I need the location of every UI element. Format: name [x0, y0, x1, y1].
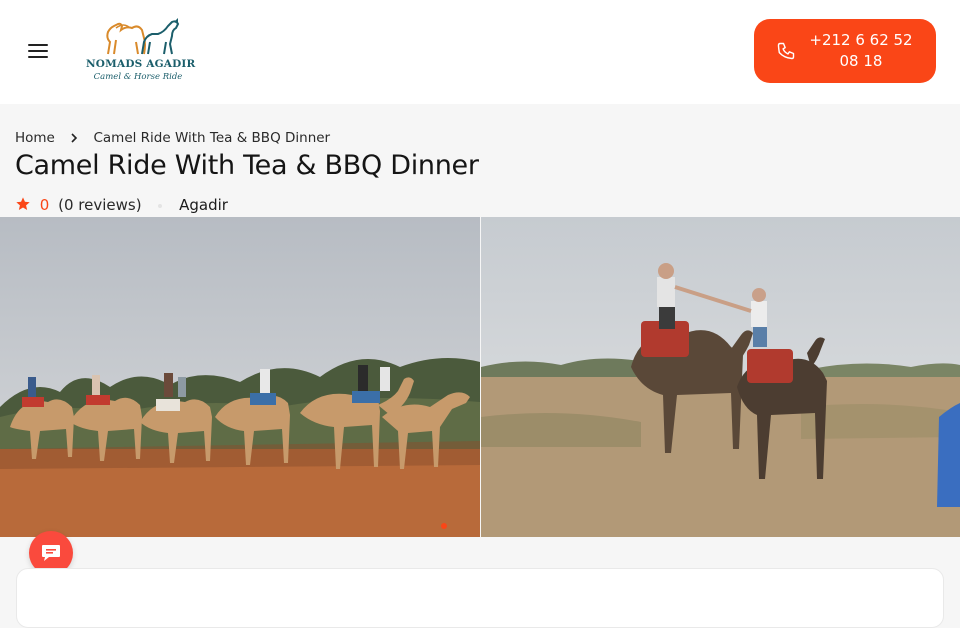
- camel-horse-logo-icon: [106, 18, 180, 55]
- logo-subtitle: Camel & Horse Ride: [93, 72, 183, 82]
- chat-bubble-icon: [42, 545, 60, 561]
- page-title: Camel Ride With Tea & BBQ Dinner: [15, 150, 479, 181]
- phone-call-button[interactable]: +212 6 62 52 08 18: [754, 19, 936, 83]
- gallery-dot-1[interactable]: [441, 523, 447, 529]
- tour-details-card: [16, 568, 944, 628]
- hamburger-menu-icon[interactable]: [26, 40, 50, 62]
- breadcrumb-current: Camel Ride With Tea & BBQ Dinner: [93, 130, 331, 146]
- reviews-count[interactable]: (0 reviews): [58, 196, 141, 214]
- phone-icon: [777, 42, 795, 60]
- star-icon: [16, 197, 30, 210]
- couple-on-camels-photo[interactable]: [481, 217, 960, 537]
- gallery-pagination: [441, 514, 452, 529]
- phone-number: +212 6 62 52 08 18: [809, 31, 913, 70]
- logo-title: NOMADS AGADIR: [86, 58, 196, 70]
- breadcrumb: Home Camel Ride With Tea & BBQ Dinner: [15, 130, 330, 148]
- chevron-right-icon: [71, 133, 78, 143]
- image-gallery: [0, 217, 960, 537]
- rating-value: 0: [39, 196, 50, 214]
- camel-caravan-photo[interactable]: [0, 217, 480, 537]
- site-header: NOMADS AGADIR Camel & Horse Ride +212 6 …: [0, 0, 960, 104]
- meta-separator: [158, 203, 163, 208]
- breadcrumb-home-link[interactable]: Home: [15, 130, 55, 146]
- tour-meta: 0 (0 reviews) Agadir: [15, 196, 228, 216]
- logo[interactable]: NOMADS AGADIR Camel & Horse Ride: [86, 16, 196, 86]
- tour-location[interactable]: Agadir: [179, 196, 228, 214]
